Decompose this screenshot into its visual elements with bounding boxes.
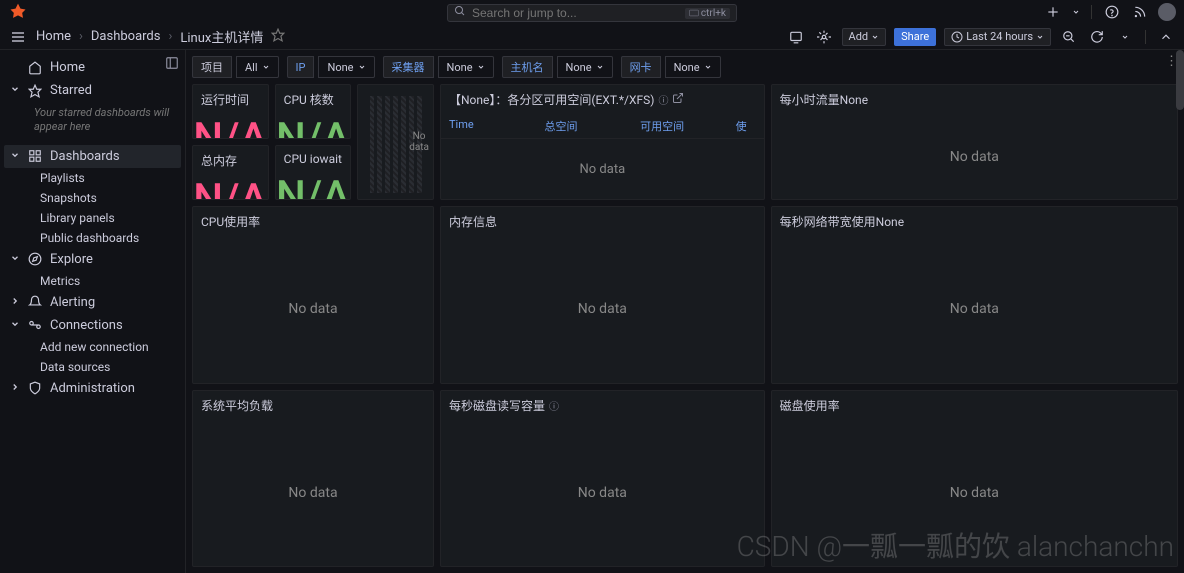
- crumb-current: Linux主机详情: [180, 27, 263, 46]
- nodata-label: No data: [950, 485, 999, 501]
- panel-meminfo[interactable]: 内存信息No data: [440, 206, 765, 383]
- sidebar: Home Starred Your starred dashboards wil…: [0, 50, 186, 573]
- nav-dashboards[interactable]: Dashboards: [4, 145, 181, 168]
- share-button[interactable]: Share: [894, 28, 936, 46]
- panel-load[interactable]: 系统平均负载⋮No data: [192, 390, 434, 567]
- refresh-dropdown-icon[interactable]: [1115, 27, 1135, 47]
- var-select-project[interactable]: All: [236, 56, 279, 78]
- var-label-project: 项目: [192, 56, 232, 78]
- search-input[interactable]: ctrl+k: [447, 4, 737, 22]
- nodata-label: No data: [950, 149, 999, 165]
- panel-runtime[interactable]: 运行时间N/A: [192, 84, 269, 139]
- scrollbar[interactable]: [1176, 50, 1184, 110]
- stat-value: N/A: [276, 114, 350, 139]
- nav-library[interactable]: Library panels: [34, 208, 181, 228]
- plus-icon[interactable]: [1043, 2, 1063, 22]
- var-label-ip: IP: [287, 56, 315, 78]
- nav-admin[interactable]: Administration: [4, 377, 181, 400]
- var-select-ip[interactable]: None: [318, 56, 374, 78]
- divider: [1091, 5, 1092, 19]
- nav-metrics[interactable]: Metrics: [34, 271, 181, 291]
- var-label-nic: 网卡: [621, 56, 661, 78]
- menu-icon[interactable]: [8, 27, 28, 47]
- var-label-host: 主机名: [502, 56, 553, 78]
- panel-net[interactable]: 每秒网络带宽使用NoneNo data: [771, 206, 1178, 383]
- crumb-dashboards[interactable]: Dashboards: [91, 29, 161, 44]
- refresh-icon[interactable]: [1087, 27, 1107, 47]
- nodata-label: No data: [578, 485, 627, 501]
- dashboard-area: 项目 All IP None 采集器 None 主机名 None 网卡 None…: [186, 50, 1184, 573]
- crumb-sep: ›: [79, 29, 83, 44]
- nodata-label: No data: [950, 301, 999, 317]
- nodata-label: No data: [288, 301, 337, 317]
- starred-hint: Your starred dashboards will appear here: [4, 102, 181, 145]
- rss-icon[interactable]: [1130, 2, 1150, 22]
- var-select-host[interactable]: None: [557, 56, 613, 78]
- stat-value: N/A: [193, 175, 267, 200]
- nav-alerting[interactable]: Alerting: [4, 291, 181, 314]
- crumb-sep: ›: [168, 29, 172, 44]
- chevron-down-icon[interactable]: [1071, 2, 1081, 22]
- gear-icon[interactable]: [814, 27, 834, 47]
- time-range-button[interactable]: Last 24 hours: [944, 28, 1051, 46]
- collapse-icon[interactable]: [1156, 27, 1176, 47]
- nodata-label: No data: [578, 301, 627, 317]
- panel-cpu[interactable]: CPU使用率No data: [192, 206, 434, 383]
- search-field[interactable]: [472, 6, 679, 20]
- link-icon[interactable]: [672, 92, 684, 107]
- table-header: Time总空间可用空间使: [441, 114, 764, 139]
- nav-connections[interactable]: Connections: [4, 314, 181, 337]
- panel-partitions[interactable]: 【None】：各分区可用空间(EXT.*/XFS)ⓘ Time总空间可用空间使 …: [440, 84, 765, 200]
- add-button[interactable]: Add: [842, 28, 887, 46]
- panel-traffic[interactable]: 每小时流量NoneNo data: [771, 84, 1178, 200]
- nav-public[interactable]: Public dashboards: [34, 228, 181, 248]
- search-icon: [454, 5, 466, 21]
- nodata-label: No data: [580, 162, 626, 177]
- grafana-logo[interactable]: [8, 2, 28, 22]
- nav-playlists[interactable]: Playlists: [34, 168, 181, 188]
- info-icon[interactable]: ⓘ: [549, 398, 559, 413]
- nav-add-conn[interactable]: Add new connection: [34, 337, 181, 357]
- star-icon[interactable]: [271, 28, 285, 46]
- panel-disk[interactable]: 每秒磁盘读写容量ⓘNo data: [440, 390, 765, 567]
- crumb-home[interactable]: Home: [36, 29, 71, 44]
- dock-icon[interactable]: [165, 56, 179, 74]
- var-label-collector: 采集器: [383, 56, 434, 78]
- stat-value: N/A: [276, 172, 350, 200]
- nav-starred[interactable]: Starred: [4, 79, 181, 102]
- panel-bars[interactable]: Nodata: [357, 84, 434, 200]
- nav-snapshots[interactable]: Snapshots: [34, 188, 181, 208]
- panel-cores[interactable]: CPU 核数N/A: [275, 84, 352, 139]
- avatar[interactable]: [1158, 3, 1176, 21]
- nodata-label: Nodata: [409, 131, 429, 153]
- nodata-label: No data: [288, 485, 337, 501]
- variable-bar: 项目 All IP None 采集器 None 主机名 None 网卡 None: [192, 56, 1178, 78]
- help-icon[interactable]: [1102, 2, 1122, 22]
- panel-mem[interactable]: 总内存N/A: [192, 145, 269, 200]
- nav-explore[interactable]: Explore: [4, 248, 181, 271]
- var-select-collector[interactable]: None: [438, 56, 494, 78]
- divider: [1145, 30, 1146, 44]
- zoom-out-icon[interactable]: [1059, 27, 1079, 47]
- panel-diskuse[interactable]: 磁盘使用率No data: [771, 390, 1178, 567]
- var-select-nic[interactable]: None: [665, 56, 721, 78]
- stat-value: N/A: [193, 114, 267, 139]
- nav-home[interactable]: Home: [4, 56, 181, 79]
- tv-icon[interactable]: [786, 27, 806, 47]
- panel-iowait[interactable]: CPU iowaitN/A: [275, 145, 352, 200]
- nav-data-sources[interactable]: Data sources: [34, 357, 181, 377]
- info-icon[interactable]: ⓘ: [658, 92, 668, 107]
- kbd-hint: ctrl+k: [685, 8, 730, 19]
